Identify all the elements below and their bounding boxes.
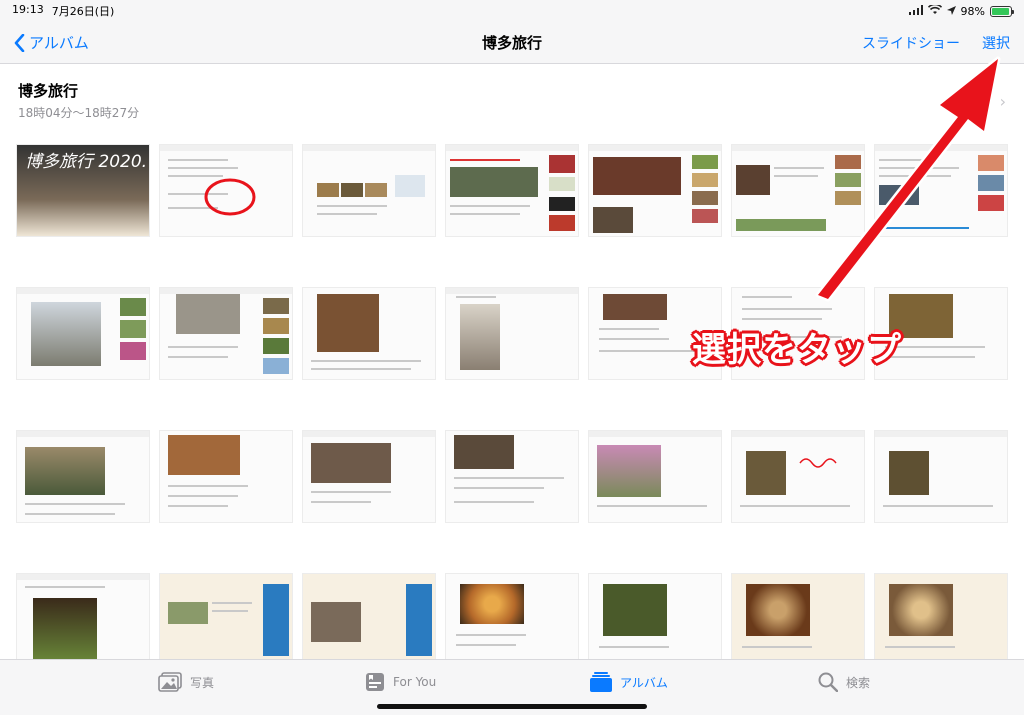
photo-thumbnail[interactable] (16, 430, 150, 523)
back-button-label: アルバム (29, 34, 89, 52)
annotation-text: 選択をタップ (692, 330, 902, 370)
photo-thumbnail[interactable] (302, 430, 436, 523)
back-button[interactable]: アルバム (14, 32, 89, 53)
photo-thumbnail[interactable] (874, 573, 1008, 666)
search-icon (818, 672, 838, 692)
photo-thumbnail[interactable] (588, 573, 722, 666)
photo-thumbnail[interactable] (445, 287, 579, 380)
chevron-left-icon (14, 33, 25, 52)
tab-albums-label: アルバム (620, 675, 668, 690)
photo-thumbnail[interactable] (731, 573, 865, 666)
photo-thumbnail[interactable] (874, 430, 1008, 523)
tab-search-label: 検索 (846, 675, 871, 690)
status-time: 19:13 (12, 3, 44, 16)
album-title: 博多旅行 (18, 82, 79, 100)
album-header[interactable]: 博多旅行 18時04分〜18時27分 (18, 80, 139, 121)
location-icon (946, 5, 956, 18)
status-date: 7月26日(日) (51, 5, 115, 18)
battery-icon (990, 5, 1014, 17)
tab-for-you-label: For You (393, 675, 437, 689)
tab-photos[interactable]: 写真 (158, 672, 214, 692)
photo-thumbnail[interactable] (16, 573, 150, 666)
tab-search[interactable]: 検索 (818, 672, 870, 692)
photo-thumbnail[interactable] (302, 573, 436, 666)
page-title: 博多旅行 (481, 34, 543, 52)
photos-icon (158, 672, 182, 692)
home-indicator[interactable] (377, 704, 647, 709)
tab-for-you[interactable]: For You (365, 672, 436, 692)
photo-thumbnail[interactable] (302, 287, 436, 380)
photo-thumbnail[interactable] (588, 430, 722, 523)
photo-thumbnail[interactable] (445, 144, 579, 237)
select-button[interactable]: 選択 (982, 33, 1010, 53)
photo-thumbnail[interactable] (16, 287, 150, 380)
albums-icon (590, 672, 612, 692)
for-you-icon (366, 673, 384, 691)
photo-thumbnail[interactable] (159, 287, 293, 380)
photo-thumbnail[interactable]: 博多旅行 2020.07.26 (16, 144, 150, 237)
photo-thumbnail[interactable] (159, 144, 293, 237)
photo-thumbnail[interactable] (159, 430, 293, 523)
tab-albums[interactable]: アルバム (590, 672, 668, 692)
wifi-icon (927, 3, 942, 18)
slideshow-button[interactable]: スライドショー (862, 33, 960, 53)
battery-percent: 98% (960, 4, 985, 18)
photo-thumbnail[interactable] (445, 573, 579, 666)
annotation-arrow-icon (815, 56, 1001, 302)
photo-thumbnail[interactable] (445, 430, 579, 523)
signal-icon (908, 4, 923, 18)
thumbnail-caption: 博多旅行 2020.07.26 (25, 152, 147, 172)
photo-thumbnail[interactable] (302, 144, 436, 237)
album-time-range: 18時04分〜18時27分 (18, 106, 140, 120)
photo-thumbnail[interactable] (159, 573, 293, 666)
photo-thumbnail[interactable] (731, 430, 865, 523)
photo-thumbnail[interactable] (588, 144, 722, 237)
tab-photos-label: 写真 (190, 675, 215, 690)
status-bar: 19:13 7月26日(日) 98% (0, 0, 1024, 22)
